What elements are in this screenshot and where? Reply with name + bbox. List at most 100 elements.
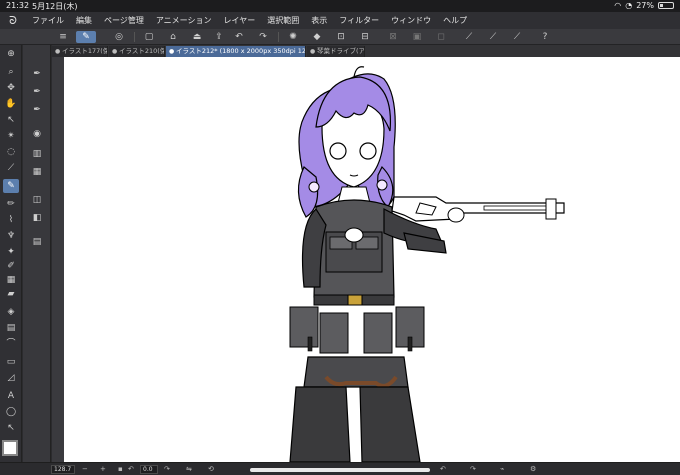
fill-bucket-icon[interactable]: ◈ [3, 305, 19, 319]
tab-document[interactable]: ● 琴葉ドライブ(ア [307, 46, 365, 57]
menu-layer[interactable]: レイヤー [218, 15, 262, 26]
help-icon[interactable]: ? [538, 31, 552, 43]
zoom-in-icon[interactable]: + [100, 464, 106, 475]
tab-label: 琴葉ドライブ(ア [317, 47, 365, 55]
zoom-icon[interactable]: ⌕ [3, 65, 19, 79]
app-logo-icon[interactable]: ᘐ [0, 14, 26, 28]
pen-snap-icon[interactable]: ⟋ [486, 31, 500, 43]
tab-document[interactable]: ● イラスト210(保 [109, 46, 165, 57]
menu-edit[interactable]: 編集 [70, 15, 98, 26]
brush-icon[interactable]: ⌇ [3, 213, 19, 227]
undo-bottom-icon[interactable]: ↶ [440, 464, 446, 475]
hand-icon[interactable]: ✋ [3, 97, 19, 111]
divider [278, 32, 279, 42]
mask-icon[interactable]: ▣ [410, 31, 424, 43]
rotation-lock-icon: ◔ [625, 1, 633, 10]
pen-subtool-icon[interactable]: ✒ [29, 85, 45, 99]
correction-icon[interactable]: ↖ [3, 421, 19, 435]
material-icon[interactable]: ▥ [29, 147, 45, 161]
balloon-icon[interactable]: ◯ [3, 405, 19, 419]
perspective-snap-icon[interactable]: ⟋ [510, 31, 524, 43]
status-right: ◠ ◔ 27% [614, 1, 674, 10]
menu-page[interactable]: ページ管理 [98, 15, 150, 26]
settings-icon[interactable]: ⚙ [530, 464, 536, 475]
pen-subtool-icon[interactable]: ✒ [29, 103, 45, 117]
eyedropper-icon[interactable]: ⟋ [3, 161, 19, 175]
close-icon[interactable]: ● [169, 46, 174, 57]
fit-icon[interactable]: ▪ [118, 464, 123, 475]
clear-icon[interactable]: ◻ [434, 31, 448, 43]
gradient-icon[interactable]: ▤ [3, 321, 19, 335]
tab-label: イラスト177(保 [62, 47, 108, 55]
crop-icon[interactable]: ⊡ [334, 31, 348, 43]
menu-animation[interactable]: アニメーション [150, 15, 218, 26]
edit-mode-icon[interactable]: ✎ [76, 31, 96, 43]
menu-window[interactable]: ウィンドウ [385, 15, 437, 26]
panel-frame-icon[interactable]: ▭ [3, 355, 19, 369]
home-indicator[interactable] [250, 468, 430, 472]
curve-icon[interactable]: ⌒ [3, 337, 19, 351]
selection-icon[interactable]: ⊠ [386, 31, 400, 43]
wifi-icon: ◠ [614, 1, 622, 10]
divider [134, 32, 135, 42]
layer-property-icon[interactable]: ▦ [29, 165, 45, 179]
eraser-icon[interactable]: ▰ [3, 287, 19, 301]
menu-file[interactable]: ファイル [26, 15, 70, 26]
main-color-swatch[interactable] [2, 440, 18, 456]
flip-icon[interactable]: ⇋ [186, 464, 192, 475]
pen-subtool-icon[interactable]: ✒ [29, 67, 45, 81]
close-icon[interactable]: ● [112, 46, 117, 57]
drawing-canvas[interactable] [64, 57, 680, 463]
airbrush-icon[interactable]: ♆ [3, 229, 19, 243]
object-icon[interactable]: ↖ [3, 113, 19, 127]
save-icon[interactable]: ⏏ [190, 31, 204, 43]
rotate-left-icon[interactable]: ↶ [128, 464, 134, 475]
fill-icon[interactable]: ◆ [310, 31, 324, 43]
zoom-tool-icon[interactable]: ⊕ [3, 47, 19, 61]
close-icon[interactable]: ● [55, 46, 60, 57]
ruler-snap-icon[interactable]: ⟋ [462, 31, 476, 43]
menu-bar: ᘐ ファイル 編集 ページ管理 アニメーション レイヤー 選択範囲 表示 フィル… [0, 12, 680, 29]
close-icon[interactable]: ● [310, 46, 315, 57]
pen-tool-icon[interactable]: ✎ [3, 179, 19, 193]
tab-document-active[interactable]: ● イラスト212* (1800 x 2000px 350dpi 128.7%) [166, 46, 306, 57]
decoration-pen-icon[interactable]: ✐ [3, 259, 19, 273]
tab-document[interactable]: ● イラスト177(保 [52, 46, 108, 57]
command-bar: ≡ ✎ ◎ ▢ ⌂ ⏏ ⇪ ↶ ↷ ✺ ◆ ⊡ ⊟ ⊠ ▣ ◻ ⟋ ⟋ ⟋ ? [0, 29, 680, 45]
loading-icon[interactable]: ✺ [286, 31, 300, 43]
reset-icon[interactable]: ⟲ [208, 464, 214, 475]
lasso-icon[interactable]: ◌ [3, 145, 19, 159]
redo-bottom-icon[interactable]: ↷ [470, 464, 476, 475]
menu-view[interactable]: 表示 [305, 15, 333, 26]
open-folder-icon[interactable]: ⌂ [166, 31, 180, 43]
menu-help[interactable]: ヘルプ [437, 15, 473, 26]
layer-icon[interactable]: ◫ [29, 193, 45, 207]
magic-wand-icon[interactable]: ✴ [3, 129, 19, 143]
undo-icon[interactable]: ↶ [232, 31, 246, 43]
layer-view-icon[interactable]: ◎ [112, 31, 126, 43]
transform-icon[interactable]: ⊟ [358, 31, 372, 43]
canvas-area[interactable] [52, 57, 680, 463]
upload-icon[interactable]: ⇪ [212, 31, 226, 43]
move-icon[interactable]: ✥ [3, 81, 19, 95]
menu-filter[interactable]: フィルター [333, 15, 385, 26]
pencil-icon[interactable]: ✏ [3, 197, 19, 211]
redo-icon[interactable]: ↷ [256, 31, 270, 43]
brush-setting-icon[interactable]: ◉ [29, 127, 45, 141]
hamburger-icon[interactable]: ≡ [56, 31, 70, 43]
ruler-icon[interactable]: ◿ [3, 371, 19, 385]
character-illustration [289, 66, 565, 463]
menu-selection[interactable]: 選択範囲 [261, 15, 305, 26]
rotate-right-icon[interactable]: ↷ [164, 464, 170, 475]
bottom-bar: 128.7 − + ▪ ↶ 0.0 ↷ ⇋ ⟲ ↶ ↷ ⌁ ⚙ [0, 462, 680, 475]
zoom-field[interactable]: 128.7 [51, 465, 75, 474]
decoration-icon[interactable]: ✦ [3, 245, 19, 259]
frame-icon[interactable]: ▦ [3, 273, 19, 287]
text-icon[interactable]: A [3, 389, 19, 403]
pen-pressure-icon[interactable]: ⌁ [500, 464, 504, 475]
angle-field[interactable]: 0.0 [140, 465, 158, 474]
navigator-icon[interactable]: ▤ [29, 235, 45, 249]
new-file-icon[interactable]: ▢ [142, 31, 156, 43]
layer-stack-icon[interactable]: ◧ [29, 211, 45, 225]
zoom-out-icon[interactable]: − [82, 464, 88, 475]
